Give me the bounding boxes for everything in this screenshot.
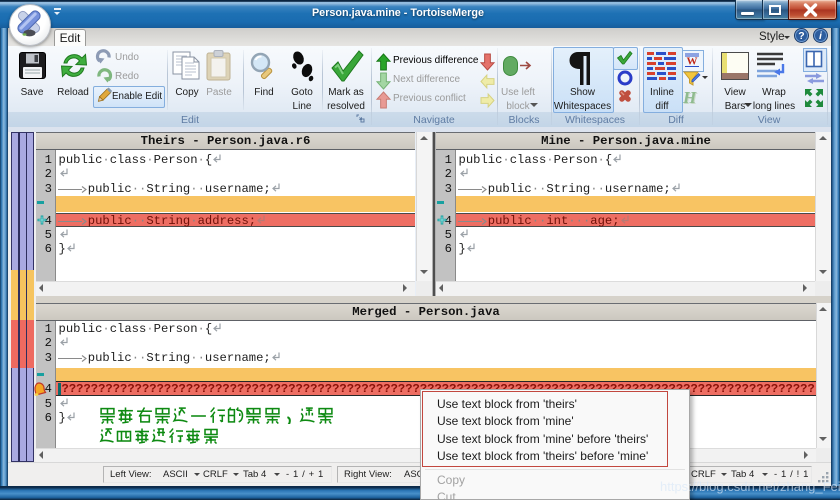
svg-text:W: W xyxy=(687,56,698,68)
svg-text:?: ? xyxy=(798,30,804,42)
